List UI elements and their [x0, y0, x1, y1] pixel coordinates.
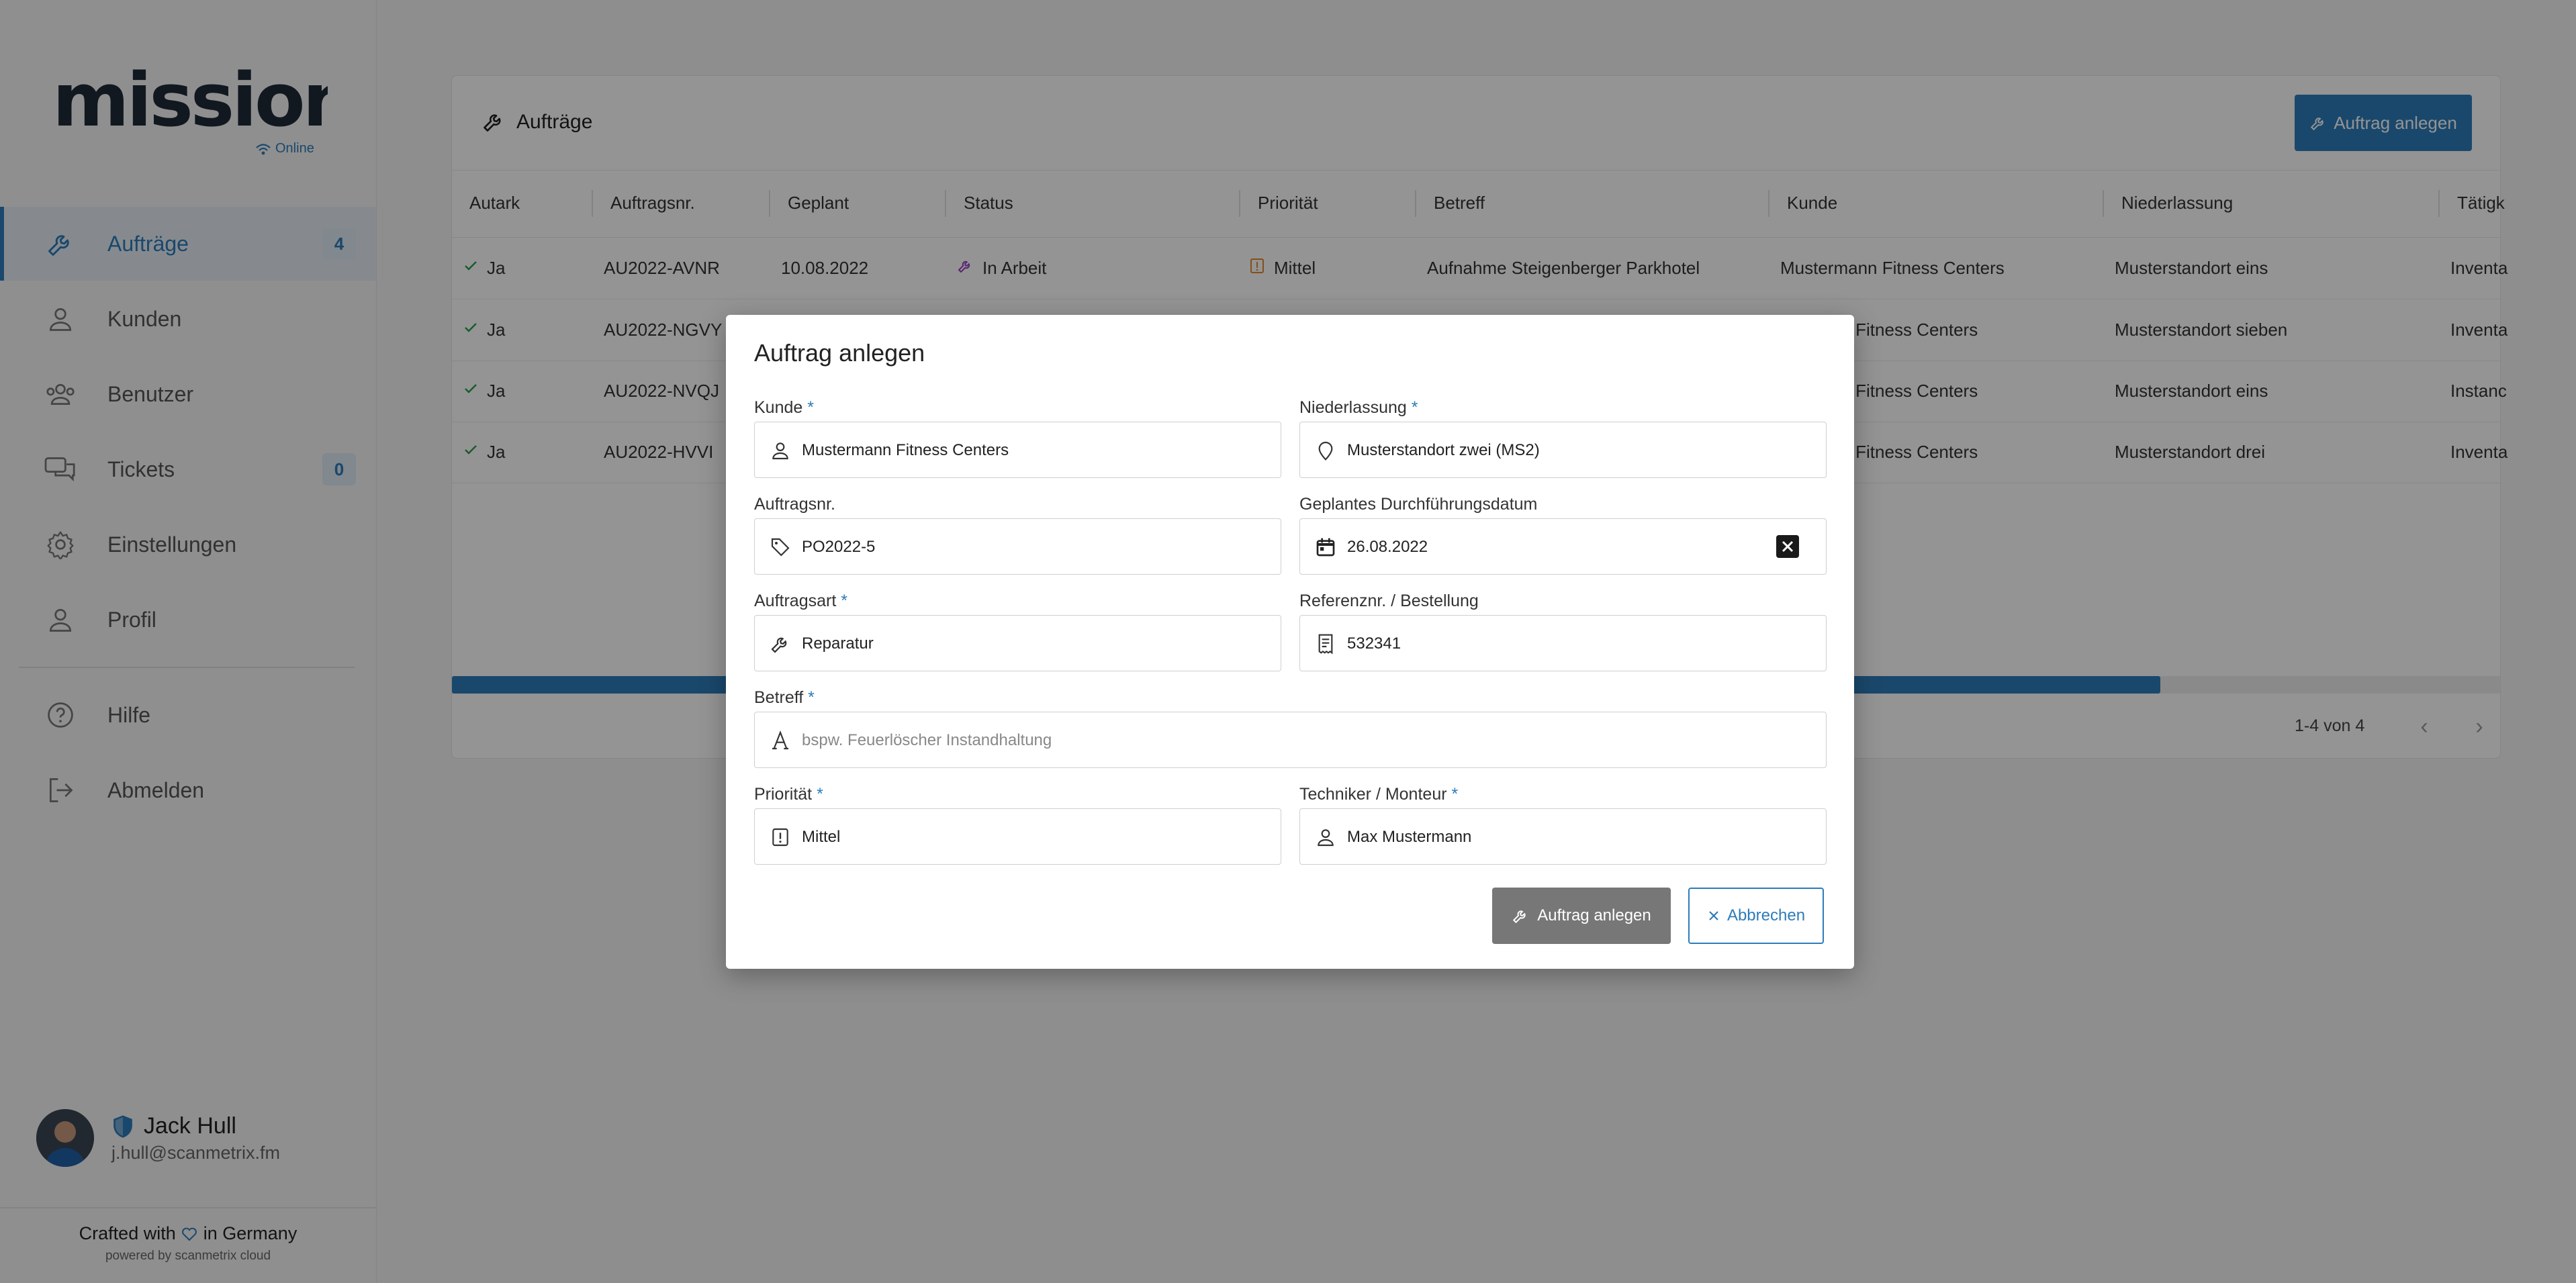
create-order-dialog: Auftrag anlegen Kunde * Mustermann Fitne… [726, 315, 1854, 969]
label-text: Betreff [754, 688, 804, 707]
field-label-techniker: Techniker / Monteur * [1299, 785, 1458, 804]
close-icon [1709, 911, 1718, 920]
label-text: Auftragsart [754, 591, 837, 610]
required-mark: * [817, 785, 823, 804]
wrench-icon [1513, 910, 1526, 924]
cancel-button[interactable]: Abbrechen [1688, 888, 1824, 944]
person-icon [1315, 826, 1336, 848]
location-pin-icon [1315, 440, 1336, 461]
order-number-input[interactable]: PO2022-5 [754, 518, 1281, 575]
field-label-auftragsart: Auftragsart * [754, 591, 847, 611]
field-label-auftragsnr: Auftragsnr. [754, 495, 835, 514]
required-mark: * [807, 398, 814, 417]
text-icon [770, 730, 791, 751]
submit-order-button[interactable]: Auftrag anlegen [1492, 888, 1671, 944]
field-label-prioritaet: Priorität * [754, 785, 823, 804]
reference-input[interactable]: 532341 [1299, 615, 1827, 671]
required-mark: * [841, 591, 847, 610]
branch-select[interactable]: Musterstandort zwei (MS2) [1299, 422, 1827, 478]
subject-input[interactable]: bspw. Feuerlöscher Instandhaltung [754, 712, 1827, 768]
label-text: Niederlassung [1299, 398, 1407, 417]
customer-select[interactable]: Mustermann Fitness Centers [754, 422, 1281, 478]
planned-date-input[interactable]: 26.08.2022 [1299, 518, 1827, 575]
field-value: PO2022-5 [802, 538, 876, 556]
technician-select[interactable]: Max Mustermann [1299, 808, 1827, 865]
field-value: Reparatur [802, 634, 874, 653]
submit-label: Auftrag anlegen [1537, 906, 1651, 924]
field-label-betreff: Betreff * [754, 688, 815, 708]
required-mark: * [1451, 785, 1459, 804]
calendar-icon [1315, 536, 1336, 558]
field-value: Mustermann Fitness Centers [802, 441, 1009, 459]
subject-placeholder: bspw. Feuerlöscher Instandhaltung [802, 731, 1052, 749]
field-label-referenz: Referenznr. / Bestellung [1299, 591, 1479, 610]
priority-select[interactable]: Mittel [754, 808, 1281, 865]
field-value: 26.08.2022 [1347, 538, 1428, 556]
label-text: Kunde [754, 398, 803, 417]
field-value: 532341 [1347, 634, 1401, 653]
tag-icon [770, 536, 791, 558]
field-label-datum: Geplantes Durchführungsdatum [1299, 495, 1538, 514]
label-text: Priorität [754, 785, 813, 804]
required-mark: * [808, 688, 815, 707]
cancel-label: Abbrechen [1727, 906, 1806, 924]
clear-date-button[interactable] [1776, 535, 1799, 558]
field-value: Musterstandort zwei (MS2) [1347, 441, 1540, 459]
label-text: Techniker / Monteur [1299, 785, 1447, 804]
field-value: Mittel [802, 828, 841, 846]
person-icon [770, 440, 791, 461]
required-mark: * [1411, 398, 1418, 417]
receipt-icon [1315, 633, 1336, 655]
dialog-title: Auftrag anlegen [754, 339, 925, 367]
order-type-select[interactable]: Reparatur [754, 615, 1281, 671]
priority-icon [770, 826, 791, 848]
field-value: Max Mustermann [1347, 828, 1472, 846]
wrench-icon [770, 633, 791, 655]
field-label-niederlassung: Niederlassung * [1299, 398, 1418, 418]
field-label-kunde: Kunde * [754, 398, 814, 418]
